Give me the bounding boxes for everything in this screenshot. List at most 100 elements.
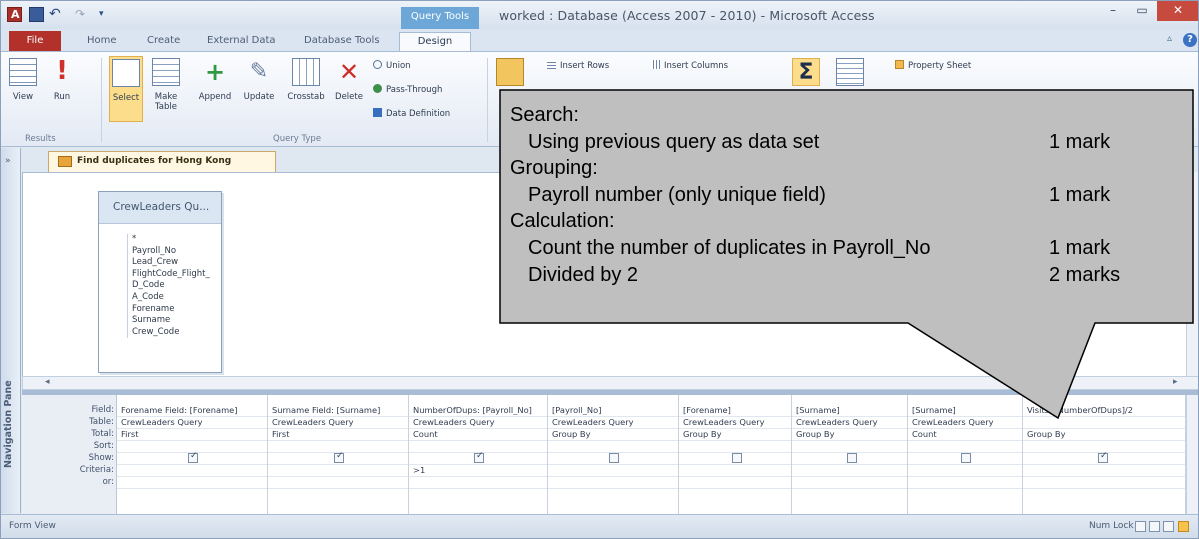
insert-rows-button[interactable]: Insert Rows <box>547 60 609 71</box>
tab-find-duplicates-query[interactable]: Find duplicates for Hong Kong <box>48 151 276 172</box>
field-item[interactable]: Crew_Code <box>132 327 210 339</box>
field-list-title[interactable]: CrewLeaders Qu... <box>99 192 221 224</box>
grid-total-cell[interactable]: First <box>272 429 412 439</box>
show-checkbox[interactable] <box>847 453 857 463</box>
union-icon <box>373 60 382 69</box>
field-item[interactable]: D_Code <box>132 280 210 292</box>
make-table-button[interactable]: Make Table <box>149 58 183 112</box>
title-bar: ↶ ↷ ▾ Query Tools worked : Database (Acc… <box>1 1 1198 29</box>
field-item[interactable]: Lead_Crew <box>132 257 210 269</box>
grid-field-cell[interactable]: Forename Field: [Forename] <box>121 405 261 415</box>
grid-column-7[interactable]: [Surname] CrewLeaders Query Count <box>909 395 1023 514</box>
globe-icon <box>373 84 382 93</box>
grid-column-6[interactable]: [Surname] CrewLeaders Query Group By <box>793 395 908 514</box>
field-item[interactable]: Forename <box>132 304 210 316</box>
field-item[interactable]: Surname <box>132 315 210 327</box>
customize-qat-icon[interactable]: ▾ <box>99 7 111 22</box>
status-bar: Form View Num Lock <box>1 514 1198 538</box>
pivot-table-view-icon[interactable] <box>1149 521 1160 532</box>
grid-column-2[interactable]: Surname Field: [Surname] CrewLeaders Que… <box>269 395 409 514</box>
grid-field-cell[interactable]: NumberOfDups: [Payroll_No] <box>413 405 553 415</box>
grid-field-cell[interactable]: Surname Field: [Surname] <box>272 405 412 415</box>
tab-design[interactable]: Design <box>399 32 471 51</box>
tab-file[interactable]: File <box>9 31 61 51</box>
close-button[interactable]: ✕ <box>1157 1 1198 21</box>
design-view-icon[interactable] <box>1178 521 1189 532</box>
tab-database-tools[interactable]: Database Tools <box>304 32 380 51</box>
data-definition-button[interactable]: Data Definition <box>373 108 450 119</box>
parameters-button[interactable] <box>835 58 865 92</box>
field-list-window[interactable]: CrewLeaders Qu... * Payroll_No Lead_Crew… <box>98 191 222 373</box>
show-checkbox[interactable] <box>188 451 198 463</box>
query-design-grid: Field: Table: Total: Sort: Show: Criteri… <box>22 395 1198 514</box>
minimize-button[interactable]: – <box>1099 1 1127 21</box>
query-icon <box>58 156 72 167</box>
pass-through-button[interactable]: Pass-Through <box>373 84 442 95</box>
datasheet-view-icon[interactable] <box>1135 521 1146 532</box>
access-app-icon[interactable] <box>7 7 22 22</box>
status-view-mode: Form View <box>9 521 56 531</box>
grid-total-cell[interactable]: First <box>121 429 261 439</box>
grid-column-8[interactable]: Visits: [NumberOfDups]/2 Group By <box>1024 395 1186 514</box>
row-header-total: Total: <box>91 429 114 439</box>
show-table-button[interactable] <box>495 58 525 92</box>
insert-columns-button[interactable]: Insert Columns <box>651 60 728 71</box>
run-button[interactable]: ! Run <box>47 58 77 102</box>
grid-table-cell[interactable]: CrewLeaders Query <box>552 417 692 427</box>
window-title: worked : Database (Access 2007 - 2010) -… <box>499 8 875 23</box>
field-item[interactable]: A_Code <box>132 292 210 304</box>
help-icon[interactable]: ? <box>1183 33 1197 47</box>
datasheet-view-icon <box>9 58 37 86</box>
grid-total-cell[interactable]: Group By <box>1027 429 1167 439</box>
show-checkbox[interactable] <box>961 453 971 463</box>
property-sheet-button[interactable]: Property Sheet <box>895 60 971 71</box>
select-query-button[interactable]: Select <box>109 56 143 122</box>
grid-field-cell[interactable]: [Payroll_No] <box>552 405 692 415</box>
grid-criteria-cell[interactable]: >1 <box>413 465 553 475</box>
grid-table-cell[interactable]: CrewLeaders Query <box>272 417 412 427</box>
redo-icon[interactable]: ↷ <box>75 7 97 22</box>
tab-home[interactable]: Home <box>87 32 117 51</box>
field-item[interactable]: FlightCode_Flight_ <box>132 269 210 281</box>
show-checkbox[interactable] <box>1098 451 1108 463</box>
show-checkbox[interactable] <box>334 451 344 463</box>
navigation-pane[interactable]: » Navigation Pane <box>1 148 21 513</box>
show-checkbox[interactable] <box>609 453 619 463</box>
grid-column-1[interactable]: Forename Field: [Forename] CrewLeaders Q… <box>118 395 268 514</box>
scroll-left-icon[interactable]: ◂ <box>45 377 50 387</box>
tab-create[interactable]: Create <box>147 32 180 51</box>
append-button[interactable]: + Append <box>197 58 233 102</box>
undo-icon[interactable]: ↶ <box>49 7 71 22</box>
grid-column-4[interactable]: [Payroll_No] CrewLeaders Query Group By <box>549 395 679 514</box>
design-horizontal-scrollbar[interactable]: ◂ ▸ <box>22 376 1198 390</box>
grid-column-5[interactable]: [Forename] CrewLeaders Query Group By <box>680 395 792 514</box>
union-button[interactable]: Union <box>373 60 411 71</box>
grid-column-3[interactable]: NumberOfDups: [Payroll_No] CrewLeaders Q… <box>410 395 548 514</box>
callout-mark: 1 mark <box>1049 236 1111 259</box>
grid-field-cell[interactable]: Visits: [NumberOfDups]/2 <box>1027 405 1167 415</box>
grid-table-cell[interactable]: CrewLeaders Query <box>413 417 553 427</box>
minimize-ribbon-icon[interactable]: ▵ <box>1167 33 1172 44</box>
field-item[interactable]: * <box>132 234 210 246</box>
nav-pane-toggle[interactable]: » <box>5 156 11 166</box>
sql-view-icon[interactable] <box>1163 521 1174 532</box>
maximize-button[interactable]: ▭ <box>1129 1 1155 21</box>
grid-table-cell[interactable]: CrewLeaders Query <box>121 417 261 427</box>
view-button[interactable]: View <box>5 58 41 102</box>
totals-button[interactable]: Σ <box>791 58 821 92</box>
field-item[interactable]: Payroll_No <box>132 246 210 258</box>
grid-total-cell[interactable]: Group By <box>552 429 692 439</box>
show-checkbox[interactable] <box>474 451 484 463</box>
scroll-right-icon[interactable]: ▸ <box>1173 377 1178 387</box>
update-button[interactable]: ✎ Update <box>241 58 277 102</box>
tab-external-data[interactable]: External Data <box>207 32 276 51</box>
make-table-icon <box>152 58 180 86</box>
delete-button[interactable]: ✕ Delete <box>331 58 367 102</box>
sigma-icon: Σ <box>792 58 820 86</box>
save-icon[interactable] <box>29 7 44 22</box>
crosstab-button[interactable]: Crosstab <box>285 58 327 102</box>
grid-vertical-scrollbar[interactable] <box>1186 395 1198 514</box>
grid-total-cell[interactable]: Count <box>413 429 553 439</box>
show-checkbox[interactable] <box>732 453 742 463</box>
callout-heading-grouping: Grouping: <box>510 157 598 180</box>
